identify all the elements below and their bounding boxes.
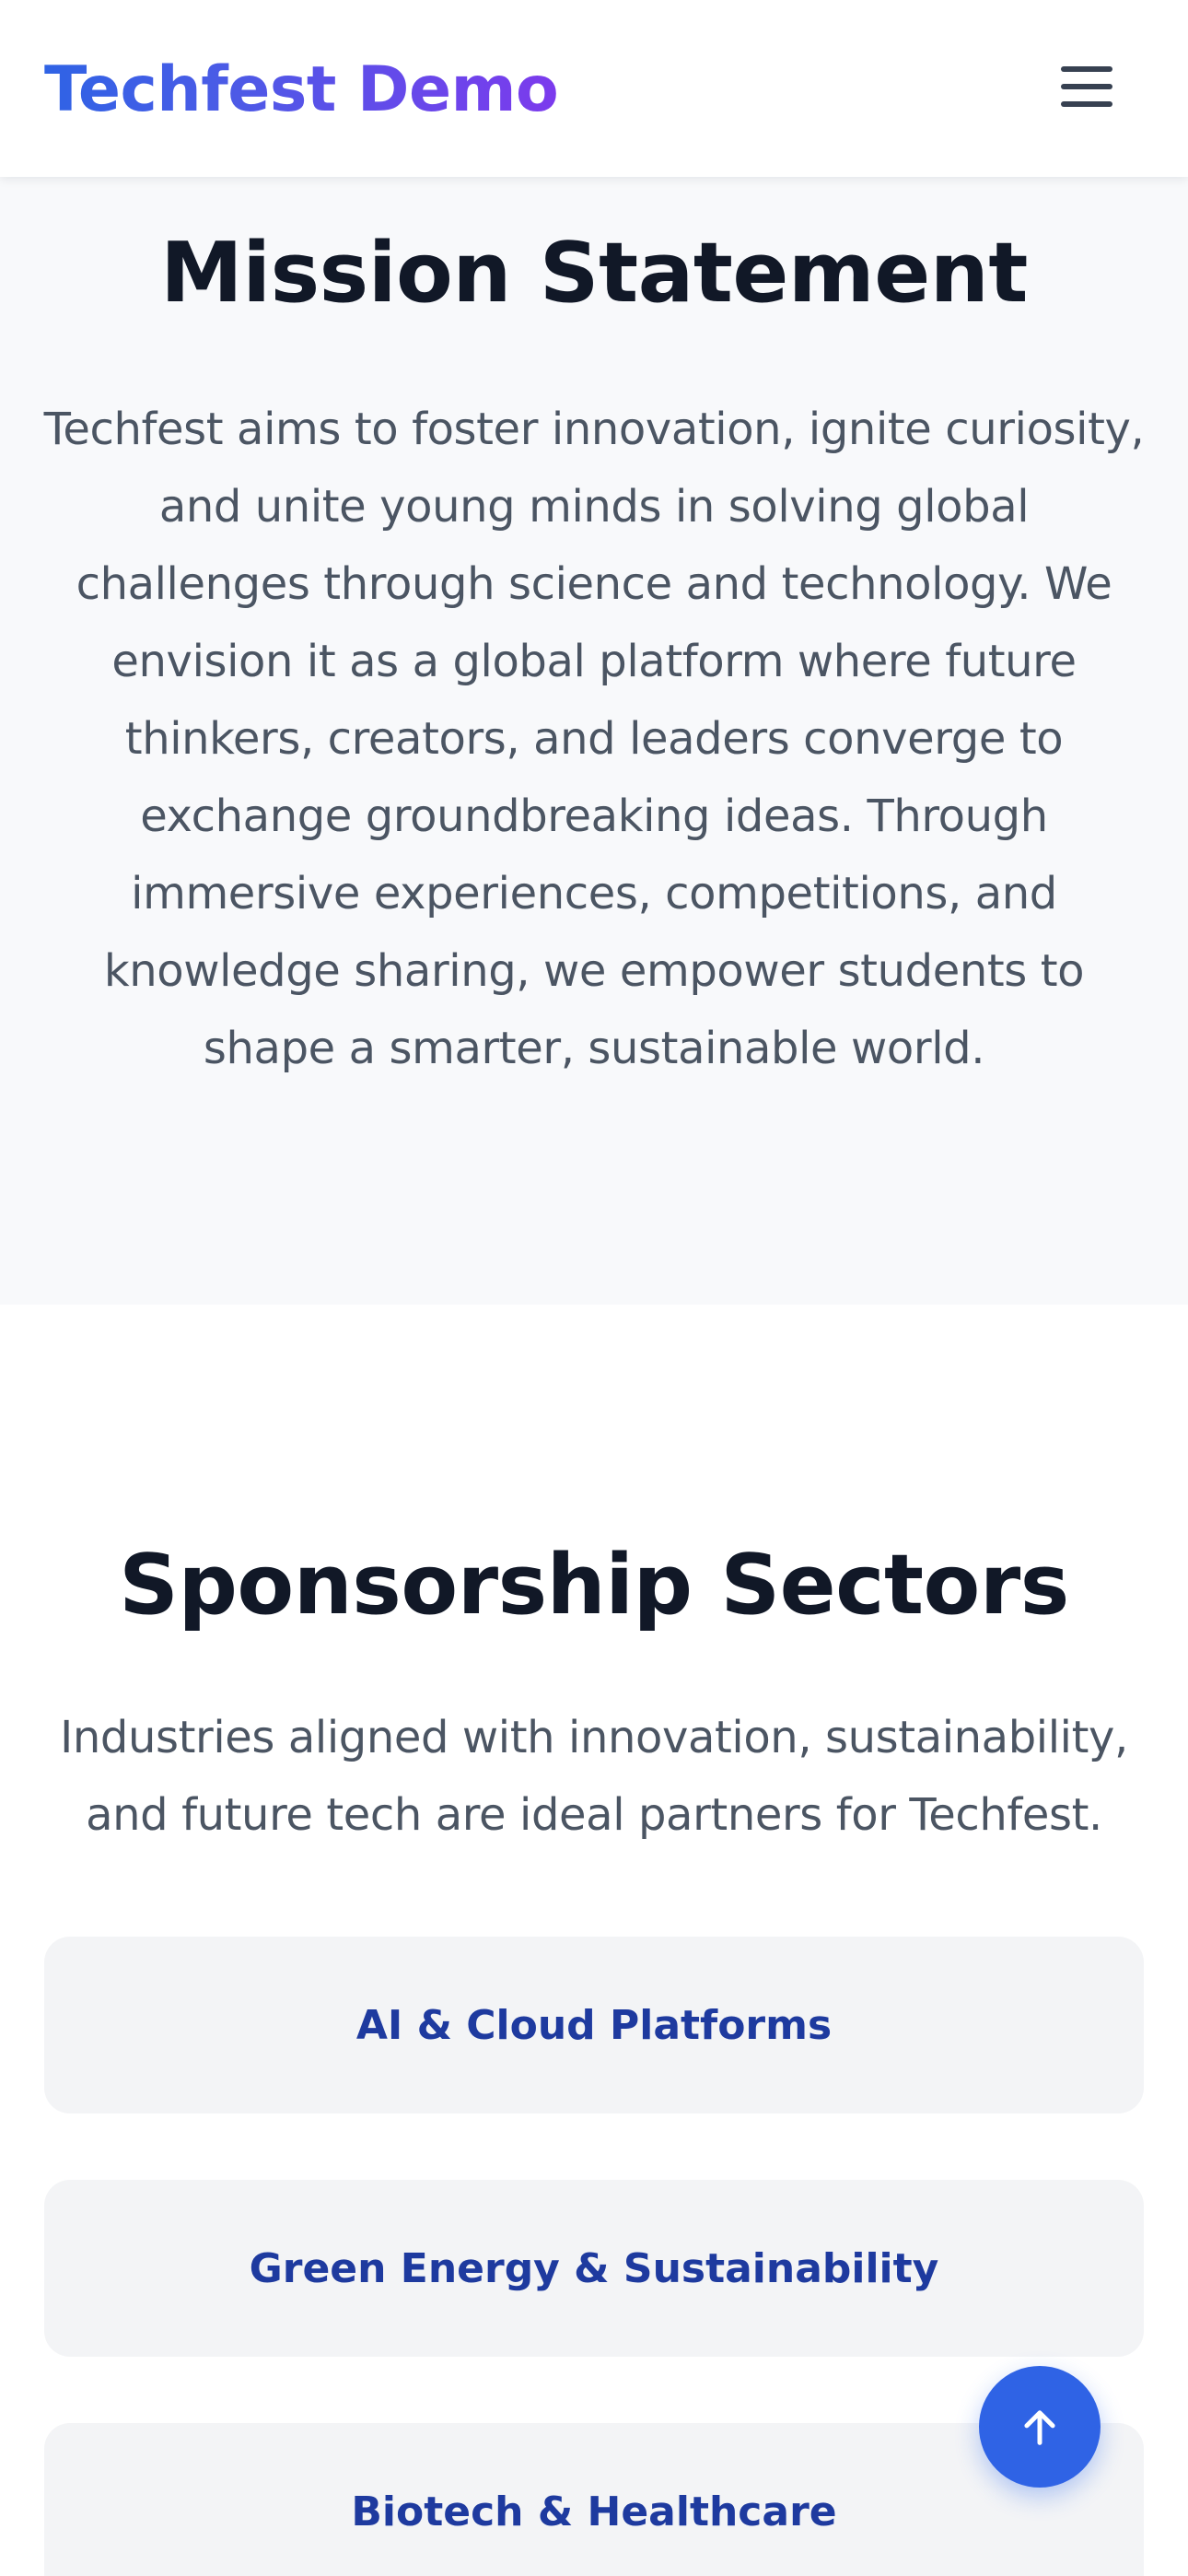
hamburger-menu-icon [1061,66,1112,72]
sponsorship-title: Sponsorship Sectors [119,1537,1069,1633]
arrow-up-icon [1024,2410,1055,2445]
sponsorship-subtitle: Industries aligned with innovation, sust… [60,1712,1128,1841]
sector-label: Green Energy & Sustainability [249,2244,939,2292]
site-header: Techfest Demo [0,0,1188,177]
menu-button[interactable] [1050,55,1124,118]
mission-title: Mission Statement [160,225,1028,322]
mission-body: Techfest aims to foster innovation, igni… [43,404,1145,1074]
sector-card-biotech[interactable]: Biotech & Healthcare [44,2423,1144,2576]
sector-card-green-energy[interactable]: Green Energy & Sustainability [44,2180,1144,2357]
sector-card-ai-cloud[interactable]: AI & Cloud Platforms [44,1937,1144,2113]
brand-logo-text[interactable]: Techfest Demo [44,52,559,129]
sector-label: Biotech & Healthcare [351,2488,837,2535]
mission-section: Mission Statement Techfest aims to foste… [0,177,1188,1305]
scroll-to-top-button[interactable] [979,2366,1101,2488]
page: Techfest Demo Mission Statement Techfest… [0,0,1188,2576]
sector-label: AI & Cloud Platforms [355,2001,833,2049]
